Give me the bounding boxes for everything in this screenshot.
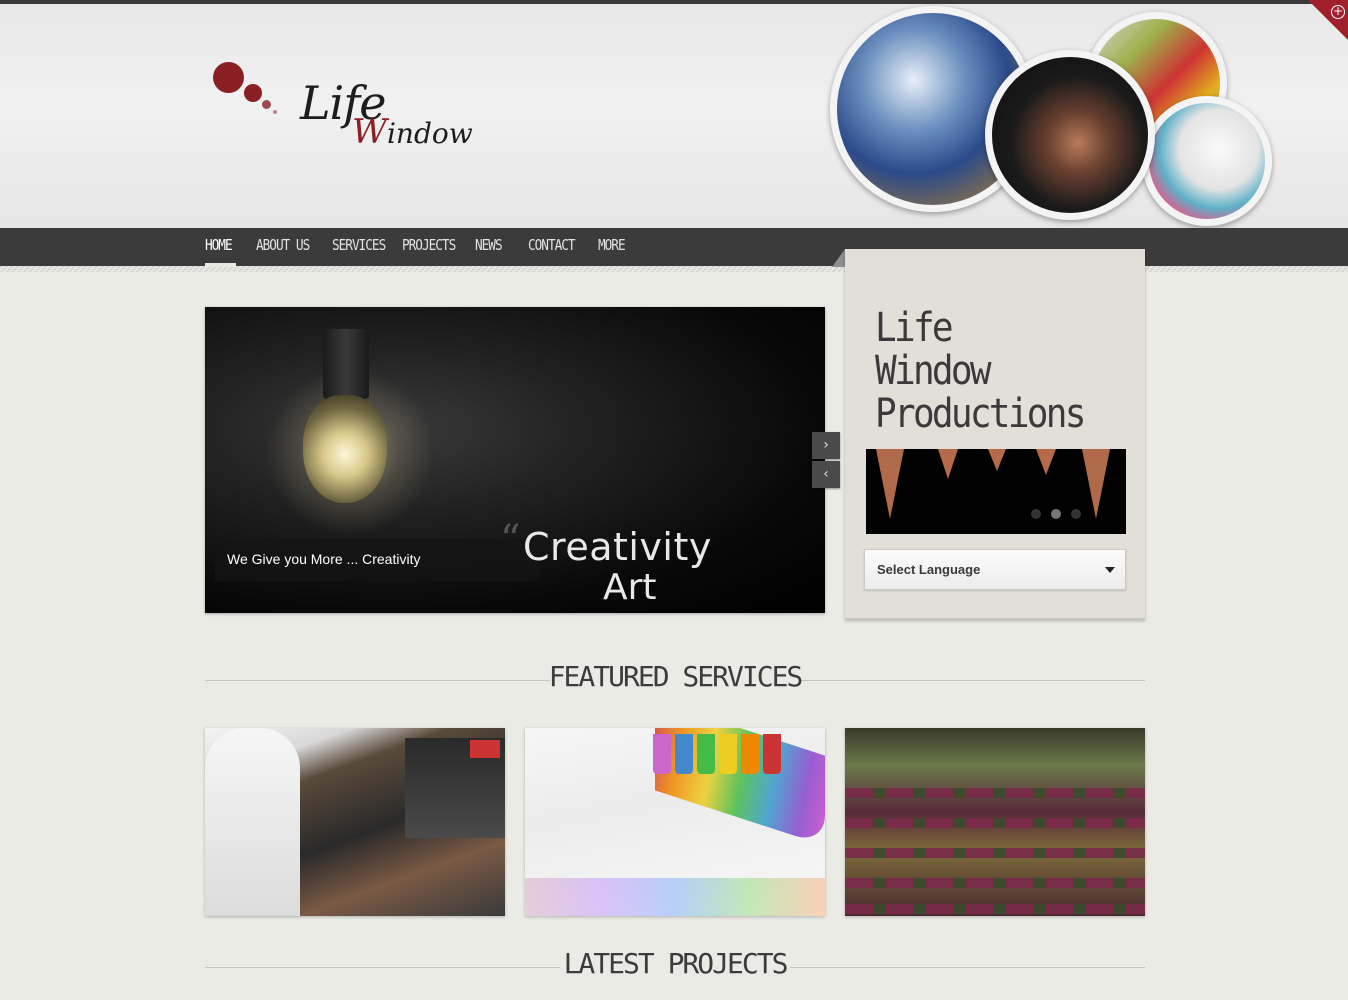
latest-projects-title: LATEST PROJECTS — [563, 947, 789, 980]
nav-stripe — [0, 266, 1348, 272]
nav-item-projects[interactable]: PROJECTS — [402, 236, 456, 266]
slider-prev-button[interactable]: ‹ — [812, 461, 840, 488]
sidebar-fold — [832, 249, 845, 267]
sidebar-title-line-2: Window — [875, 348, 992, 394]
nav-item-contact[interactable]: CONTACT — [528, 236, 576, 266]
logo-dot-tiny — [273, 110, 277, 114]
sidebar-title-line-1: Life — [875, 305, 954, 351]
monitor-screen — [470, 740, 500, 758]
sidebar-title-line-3: Productions — [875, 391, 1086, 437]
site-header: Life Window — [0, 4, 1348, 228]
table-row-graphic — [845, 878, 1145, 888]
slideshow-dot-1[interactable] — [1031, 509, 1041, 519]
slider-next-button[interactable]: › — [812, 432, 840, 459]
featured-services-title: FEATURED SERVICES — [548, 660, 804, 693]
nav-item-news[interactable]: NEWS — [475, 236, 503, 266]
language-select-label: Select Language — [877, 562, 981, 577]
language-select[interactable]: Select Language — [864, 549, 1126, 590]
slider-word-art: Art — [603, 567, 657, 608]
bulb-socket — [323, 329, 369, 399]
pencil-image — [988, 449, 1006, 471]
logo-dot-small — [262, 100, 271, 109]
nav-item-services[interactable]: SERVICES — [332, 236, 386, 266]
nav-active-indicator — [205, 263, 236, 267]
header-photo-illustration — [1142, 96, 1272, 226]
pencil-image — [1036, 449, 1056, 475]
nav-item-about-us[interactable]: ABOUT US — [256, 236, 310, 266]
table-row-graphic — [845, 848, 1145, 858]
nav-item-home[interactable]: HOME — [205, 236, 233, 266]
table-row-graphic — [845, 788, 1145, 798]
nav-item-more[interactable]: MORE — [598, 236, 626, 266]
slideshow-dot-2[interactable] — [1051, 509, 1061, 519]
table-row-graphic — [845, 818, 1145, 828]
paint-drop — [697, 734, 715, 774]
service-thumb-broadcast[interactable] — [205, 728, 505, 916]
pencil-image — [938, 449, 958, 479]
sidebar-slideshow[interactable] — [866, 449, 1126, 534]
featured-services-heading: FEATURED SERVICES — [205, 660, 1145, 700]
slider-word-creativity: Creativity — [523, 525, 712, 569]
pencil-image — [1082, 449, 1110, 519]
sidebar-title: Life Window Productions — [875, 307, 1091, 436]
service-thumb-design[interactable] — [525, 728, 825, 916]
logo-dot-medium — [244, 84, 262, 102]
paint-drop — [719, 734, 737, 774]
table-row-graphic — [845, 904, 1145, 914]
main-nav — [0, 228, 1348, 268]
lightbulb-image — [303, 395, 387, 503]
sidebar-panel: Life Window Productions Select Language — [845, 249, 1145, 620]
service-thumb-events[interactable] — [845, 728, 1145, 916]
person-figure — [205, 728, 300, 916]
logo-dot-large — [213, 62, 244, 93]
logo-text-window: Window — [352, 112, 473, 152]
slider-caption: We Give you More ... Creativity — [215, 539, 540, 581]
paint-drop — [653, 734, 671, 774]
header-photo-camera — [985, 50, 1155, 220]
latest-projects-heading: LATEST PROJECTS — [205, 947, 1145, 987]
slideshow-dot-3[interactable] — [1071, 509, 1081, 519]
hero-slider[interactable]: We Give you More ... Creativity “ Creati… — [205, 307, 825, 613]
paint-drop — [675, 734, 693, 774]
rainbow-floor — [525, 878, 825, 916]
quote-mark: “ — [500, 517, 521, 563]
plus-icon[interactable]: + — [1331, 5, 1345, 19]
paint-drop — [763, 734, 781, 774]
paint-drop — [741, 734, 759, 774]
pencil-image — [876, 449, 904, 519]
chevron-down-icon — [1105, 567, 1115, 573]
